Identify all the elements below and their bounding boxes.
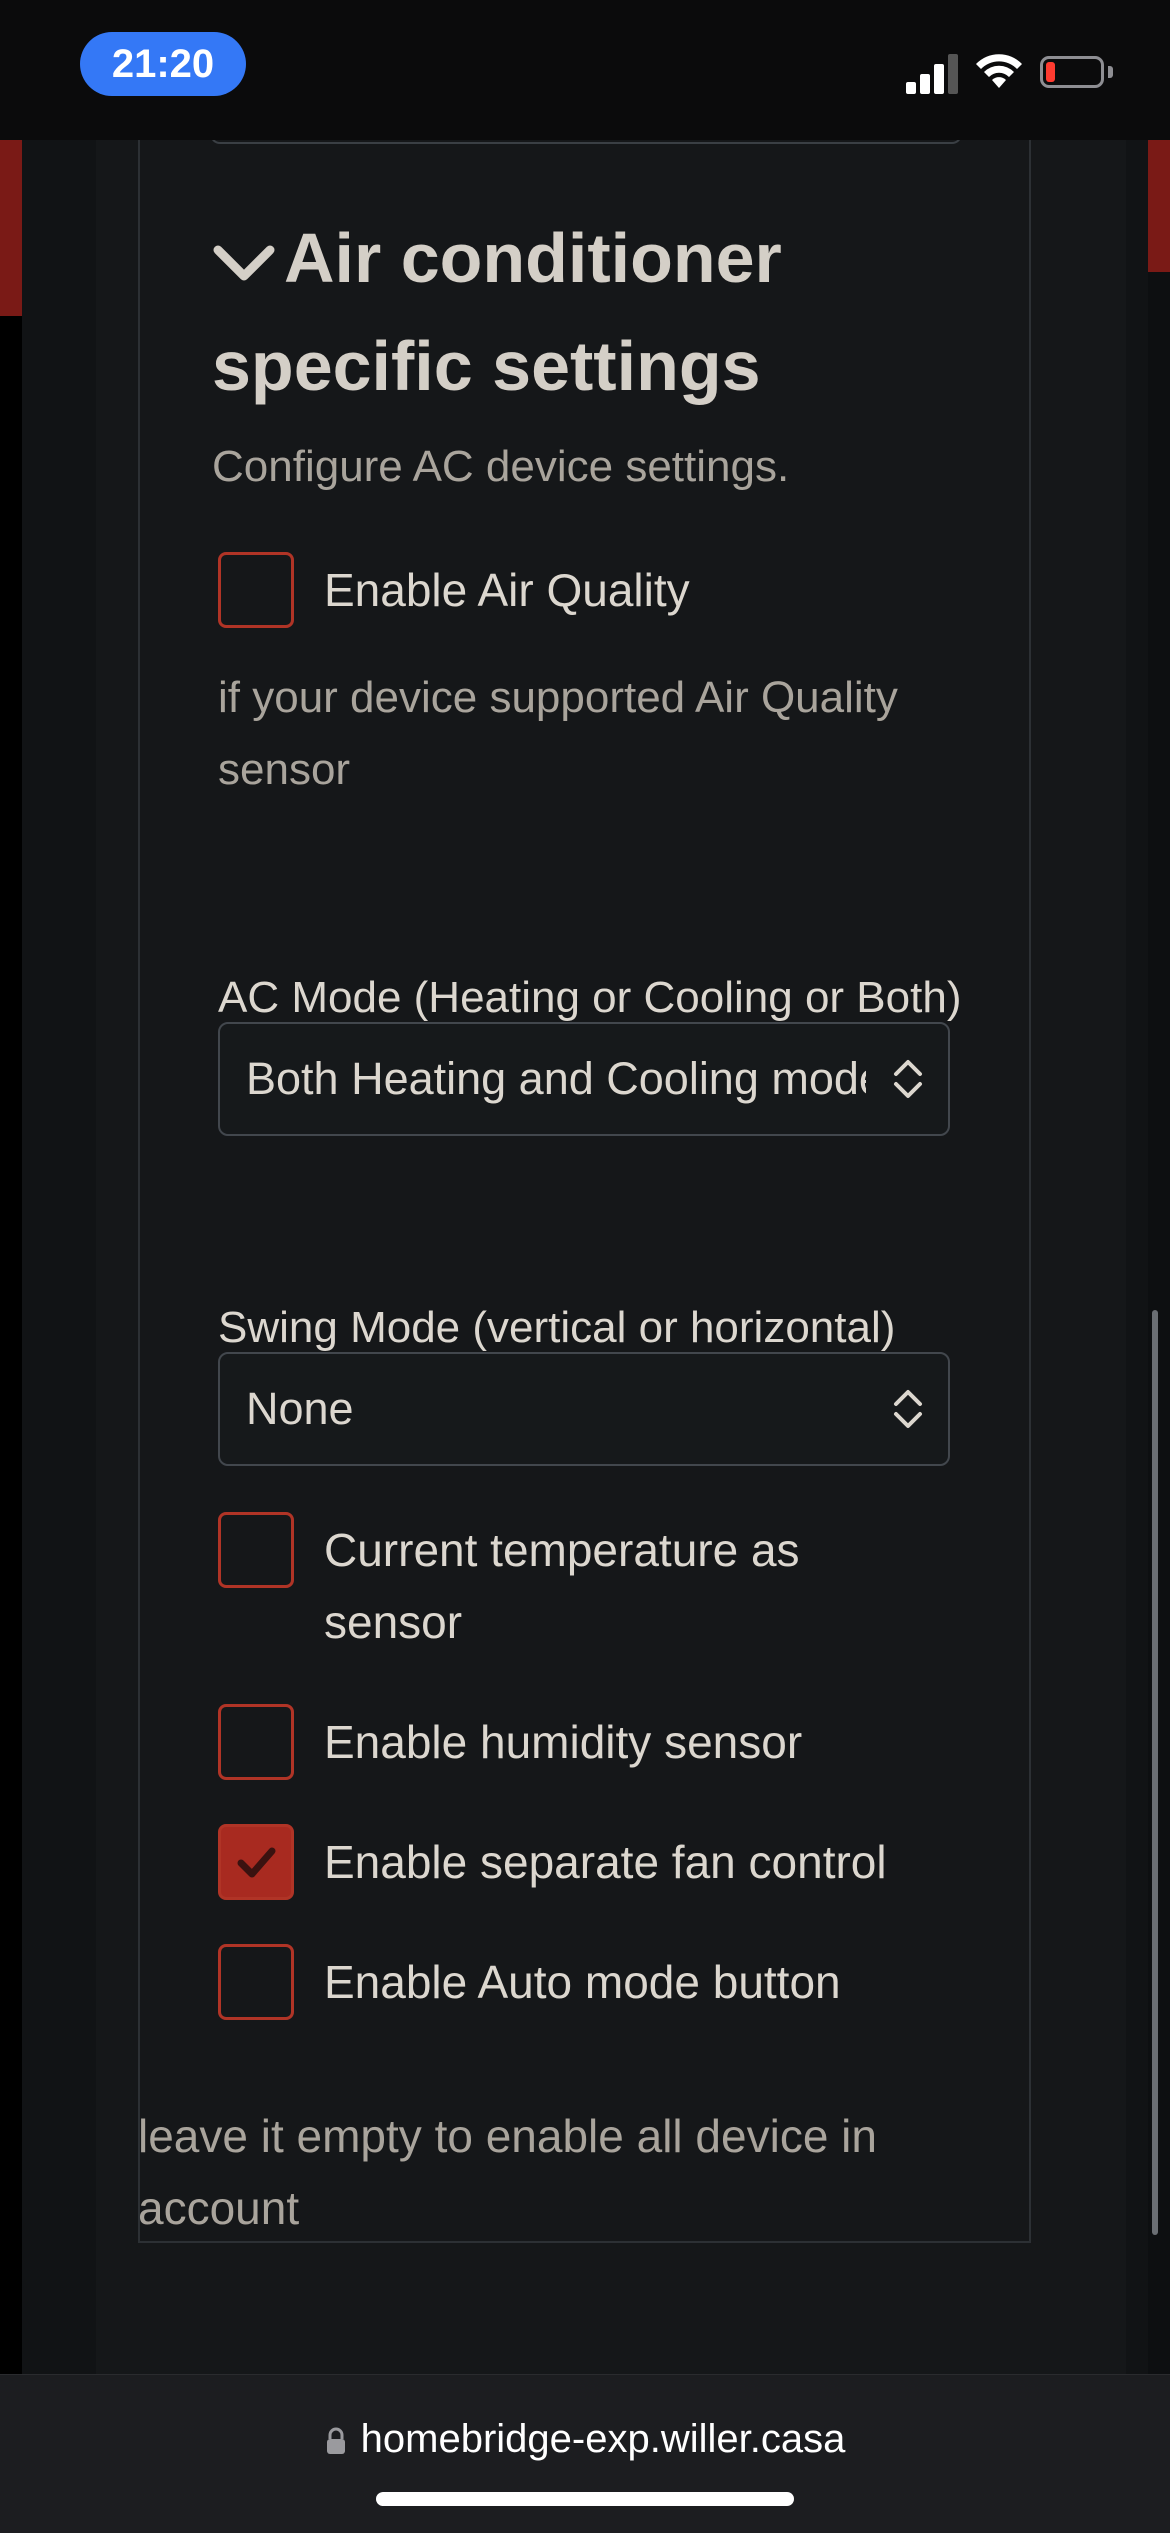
home-indicator[interactable] xyxy=(376,2492,794,2506)
temp-sensor-checkbox[interactable] xyxy=(218,1512,294,1588)
lock-icon xyxy=(326,2427,345,2455)
section-title: Air conditioner specific settings xyxy=(212,219,782,405)
swing-mode-value: None xyxy=(246,1383,354,1434)
humidity-row[interactable]: Enable humidity sensor xyxy=(218,1704,802,1780)
status-bar: 21:20 xyxy=(0,0,1170,140)
url-display[interactable]: homebridge-exp.willer.casa xyxy=(0,2417,1170,2462)
battery-tip xyxy=(1108,66,1113,78)
left-edge xyxy=(0,140,22,2374)
right-accent-strip xyxy=(1148,140,1170,272)
chevron-updown-icon xyxy=(894,1390,922,1428)
checkmark-icon xyxy=(237,1847,276,1878)
ac-mode-select[interactable]: Both Heating and Cooling mode xyxy=(218,1022,950,1136)
humidity-checkbox[interactable] xyxy=(218,1704,294,1780)
air-quality-help: if your device supported Air Quality sen… xyxy=(218,673,898,794)
temp-sensor-row[interactable]: Current temperature as sensor xyxy=(218,1512,884,1658)
url-text: homebridge-exp.willer.casa xyxy=(360,2417,846,2461)
section-description: Configure AC device settings. xyxy=(212,442,790,491)
section-header[interactable]: Air conditioner specific settings xyxy=(212,204,1012,420)
footer-help-text: leave it empty to enable all device in a… xyxy=(138,2110,877,2234)
page-content: Air conditioner specific settings Config… xyxy=(0,140,1170,2374)
left-accent-strip xyxy=(0,140,22,316)
time-pill[interactable]: 21:20 xyxy=(80,32,246,96)
battery-icon xyxy=(1040,56,1104,88)
fan-control-row[interactable]: Enable separate fan control xyxy=(218,1824,887,1900)
auto-mode-label: Enable Auto mode button xyxy=(324,1956,841,2008)
fan-control-label: Enable separate fan control xyxy=(324,1836,887,1888)
air-quality-row[interactable]: Enable Air Quality xyxy=(218,552,690,628)
cellular-signal-icon xyxy=(906,54,958,94)
ac-mode-value: Both Heating and Cooling mode xyxy=(246,1053,866,1104)
auto-mode-checkbox[interactable] xyxy=(218,1944,294,2020)
humidity-label: Enable humidity sensor xyxy=(324,1716,803,1768)
fan-control-checkbox[interactable] xyxy=(218,1824,294,1900)
swing-mode-select[interactable]: None xyxy=(218,1352,950,1466)
auto-mode-row[interactable]: Enable Auto mode button xyxy=(218,1944,841,2020)
chevron-updown-icon xyxy=(894,1060,922,1098)
previous-input-edge xyxy=(210,140,962,144)
temp-sensor-label: Current temperature as sensor xyxy=(324,1524,800,1648)
air-quality-checkbox[interactable] xyxy=(218,552,294,628)
air-quality-label: Enable Air Quality xyxy=(324,564,690,616)
wifi-icon xyxy=(976,54,1022,88)
browser-address-bar[interactable]: homebridge-exp.willer.casa xyxy=(0,2374,1170,2533)
chevron-down-icon xyxy=(213,245,275,281)
scrollbar[interactable] xyxy=(1152,1310,1158,2235)
